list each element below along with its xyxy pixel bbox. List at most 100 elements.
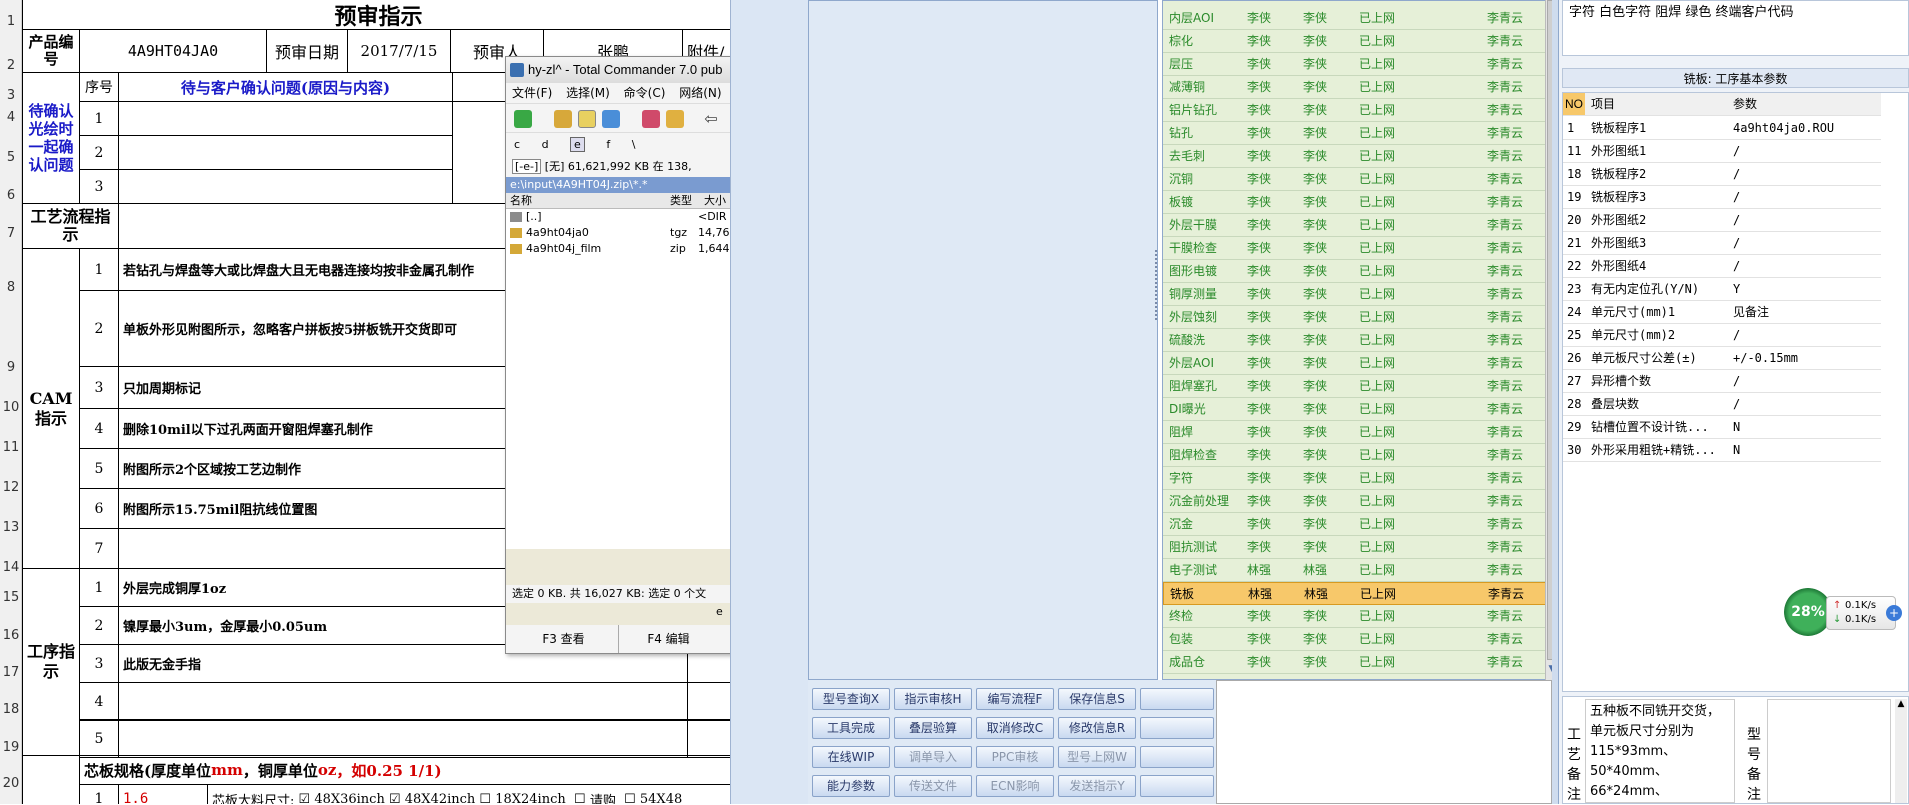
param-row[interactable]: 28 叠层块数 / <box>1563 393 1881 416</box>
grid-row[interactable]: 阻抗测试 李侠 李侠 已上网 李青云 <box>1163 536 1549 559</box>
row-number[interactable]: 4 <box>0 110 22 125</box>
row-number[interactable]: 16 <box>0 628 22 643</box>
action-button[interactable]: 叠层验算 <box>894 717 972 739</box>
brief-view-icon[interactable] <box>554 110 572 128</box>
param-row[interactable]: 25 单元尺寸(mm)2 / <box>1563 324 1881 347</box>
param-row[interactable]: 20 外形图纸2 / <box>1563 209 1881 232</box>
add-icon[interactable]: + <box>1886 605 1902 621</box>
col-type[interactable]: 类型 <box>670 193 692 209</box>
grid-row[interactable]: 去毛刺 李侠 李侠 已上网 李青云 <box>1163 145 1549 168</box>
grid-row[interactable]: 铜厚测量 李侠 李侠 已上网 李青云 <box>1163 283 1549 306</box>
param-row[interactable]: 23 有无内定位孔(Y/N) Y <box>1563 278 1881 301</box>
confirm-row-text[interactable] <box>118 101 453 136</box>
grid-row[interactable]: 铣板 林强 林强 已上网 李青云 <box>1163 582 1549 605</box>
select-group-icon[interactable] <box>666 110 684 128</box>
row-number[interactable]: 18 <box>0 702 22 717</box>
grid-row[interactable]: 阻焊 李侠 李侠 已上网 李青云 <box>1163 421 1549 444</box>
action-button[interactable]: 工具完成 <box>812 717 890 739</box>
row-number[interactable]: 15 <box>0 590 22 605</box>
grid-row[interactable]: 电子测试 林强 林强 已上网 李青云 <box>1163 559 1549 582</box>
param-row[interactable]: 24 单元尺寸(mm)1 见备注 <box>1563 301 1881 324</box>
tc-path-bar[interactable]: e:\input\4A9HT04J.zip\*.* <box>506 177 732 193</box>
grid-row[interactable]: 外层AOI 李侠 李侠 已上网 李青云 <box>1163 352 1549 375</box>
tc-file-list[interactable]: [..] <DIR 4a9ht04ja0 tgz 14,768 4a9ht04j… <box>506 209 737 549</box>
grid-row[interactable]: 沉金前处理 李侠 李侠 已上网 李青云 <box>1163 490 1549 513</box>
f3-view-button[interactable]: F3 查看 <box>516 625 611 653</box>
param-row[interactable]: 26 单元板尺寸公差(±) +/-0.15mm <box>1563 347 1881 370</box>
confirm-row-text[interactable] <box>118 135 453 170</box>
row-number[interactable]: 20 <box>0 776 22 791</box>
grid-row[interactable]: 沉金 李侠 李侠 已上网 李青云 <box>1163 513 1549 536</box>
param-row[interactable]: 21 外形图纸3 / <box>1563 232 1881 255</box>
grid-row[interactable]: 钻孔 李侠 李侠 已上网 李青云 <box>1163 122 1549 145</box>
action-button[interactable]: ECN影响 <box>976 775 1054 797</box>
grid-row[interactable]: 字符 李侠 李侠 已上网 李青云 <box>1163 467 1549 490</box>
action-button[interactable]: 编写流程F <box>976 688 1054 710</box>
col-name[interactable]: 名称 <box>510 193 532 209</box>
cpu-gauge[interactable]: 28% <box>1784 588 1832 636</box>
row-number[interactable]: 5 <box>0 150 22 165</box>
process-grid[interactable]: 内层AOI 李侠 李侠 已上网 李青云 棕化 李侠 李侠 已上网 李青云 层压 李侠 李侠 已上网 李青云减… <box>1162 0 1558 680</box>
action-button[interactable] <box>1140 746 1214 768</box>
drive-c[interactable]: c <box>514 138 520 151</box>
grid-row[interactable]: 硫酸洗 李侠 李侠 已上网 李青云 <box>1163 329 1549 352</box>
drive-root[interactable]: \ <box>632 138 636 151</box>
drive-e[interactable]: e <box>570 137 585 152</box>
row-number[interactable]: 6 <box>0 188 22 203</box>
grid-row[interactable]: 棕化 李侠 李侠 已上网 李青云 <box>1163 30 1549 53</box>
row-number[interactable]: 1 <box>0 14 22 29</box>
action-button[interactable]: 保存信息S <box>1058 688 1136 710</box>
grid-row[interactable]: 沉铜 李侠 李侠 已上网 李青云 <box>1163 168 1549 191</box>
menu-select[interactable]: 选择(M) <box>566 86 610 100</box>
action-button[interactable]: PPC审核 <box>976 746 1054 768</box>
menu-file[interactable]: 文件(F) <box>512 86 552 100</box>
grid-row[interactable]: 层压 李侠 李侠 已上网 李青云 <box>1163 53 1549 76</box>
row-number[interactable]: 14 <box>0 560 22 575</box>
refresh-icon[interactable] <box>514 110 532 128</box>
drive-select[interactable]: [-e-] <box>512 159 542 174</box>
back-arrow-icon[interactable]: ⇦ <box>702 110 720 128</box>
row-number[interactable]: 17 <box>0 665 22 680</box>
remark-text[interactable]: 五种板不同铣开交货，单元板尺寸分别为115*93mm、50*40mm、66*24… <box>1585 699 1735 803</box>
action-button[interactable]: 发送指示Y <box>1058 775 1136 797</box>
action-button[interactable]: 型号上网W <box>1058 746 1136 768</box>
process-item-text[interactable] <box>118 719 688 758</box>
param-row[interactable]: 27 异形槽个数 / <box>1563 370 1881 393</box>
grid-row[interactable]: DI曝光 李侠 李侠 已上网 李青云 <box>1163 398 1549 421</box>
full-view-icon[interactable] <box>578 110 596 128</box>
action-button[interactable] <box>1140 688 1214 710</box>
grid-row[interactable]: 板镀 李侠 李侠 已上网 李青云 <box>1163 191 1549 214</box>
row-number[interactable]: 2 <box>0 58 22 73</box>
file-row[interactable]: [..] <DIR <box>506 209 732 225</box>
menu-command[interactable]: 命令(C) <box>624 86 666 100</box>
param-row[interactable]: 22 外形图纸4 / <box>1563 255 1881 278</box>
grid-row[interactable]: 阻焊塞孔 李侠 李侠 已上网 李青云 <box>1163 375 1549 398</box>
grid-row[interactable]: 铝片钻孔 李侠 李侠 已上网 李青云 <box>1163 99 1549 122</box>
param-row[interactable]: 1 铣板程序1 4a9ht04ja0.ROU <box>1563 117 1881 140</box>
action-button[interactable]: 型号查询X <box>812 688 890 710</box>
row-number[interactable]: 3 <box>0 88 22 103</box>
invert-selection-icon[interactable] <box>642 110 660 128</box>
action-button[interactable]: 能力参数 <box>812 775 890 797</box>
grid-row[interactable]: 外层干膜 李侠 李侠 已上网 李青云 <box>1163 214 1549 237</box>
grid-row[interactable]: 图形电镀 李侠 李侠 已上网 李青云 <box>1163 260 1549 283</box>
f4-edit-button[interactable]: F4 编辑 <box>618 625 718 653</box>
file-row[interactable]: 4a9ht04ja0 tgz 14,768 <box>506 225 737 241</box>
row-number[interactable]: 10 <box>0 400 22 415</box>
row-number[interactable]: 11 <box>0 440 22 455</box>
action-button[interactable]: 取消修改C <box>976 717 1054 739</box>
row-number[interactable]: 8 <box>0 280 22 295</box>
process-item-text[interactable] <box>118 682 688 721</box>
grid-row[interactable]: 包装 李侠 李侠 已上网 李青云 <box>1163 628 1549 651</box>
row-number[interactable]: 7 <box>0 226 22 241</box>
action-button[interactable] <box>1140 717 1214 739</box>
grid-row[interactable]: 终检 李侠 李侠 已上网 李青云 <box>1163 605 1549 628</box>
param-row[interactable]: 18 铣板程序2 / <box>1563 163 1881 186</box>
thumbnail-icon[interactable] <box>602 110 620 128</box>
model-remark-field[interactable] <box>1767 699 1891 803</box>
total-commander-window[interactable]: hy-zl^ - Total Commander 7.0 pub 文件(F) 选… <box>505 56 737 654</box>
grid-row[interactable]: 阻焊检查 李侠 李侠 已上网 李青云 <box>1163 444 1549 467</box>
grid-row[interactable]: 外层蚀刻 李侠 李侠 已上网 李青云 <box>1163 306 1549 329</box>
grid-row[interactable]: 内层AOI 李侠 李侠 已上网 李青云 <box>1163 7 1549 30</box>
drive-f[interactable]: f <box>606 138 610 151</box>
